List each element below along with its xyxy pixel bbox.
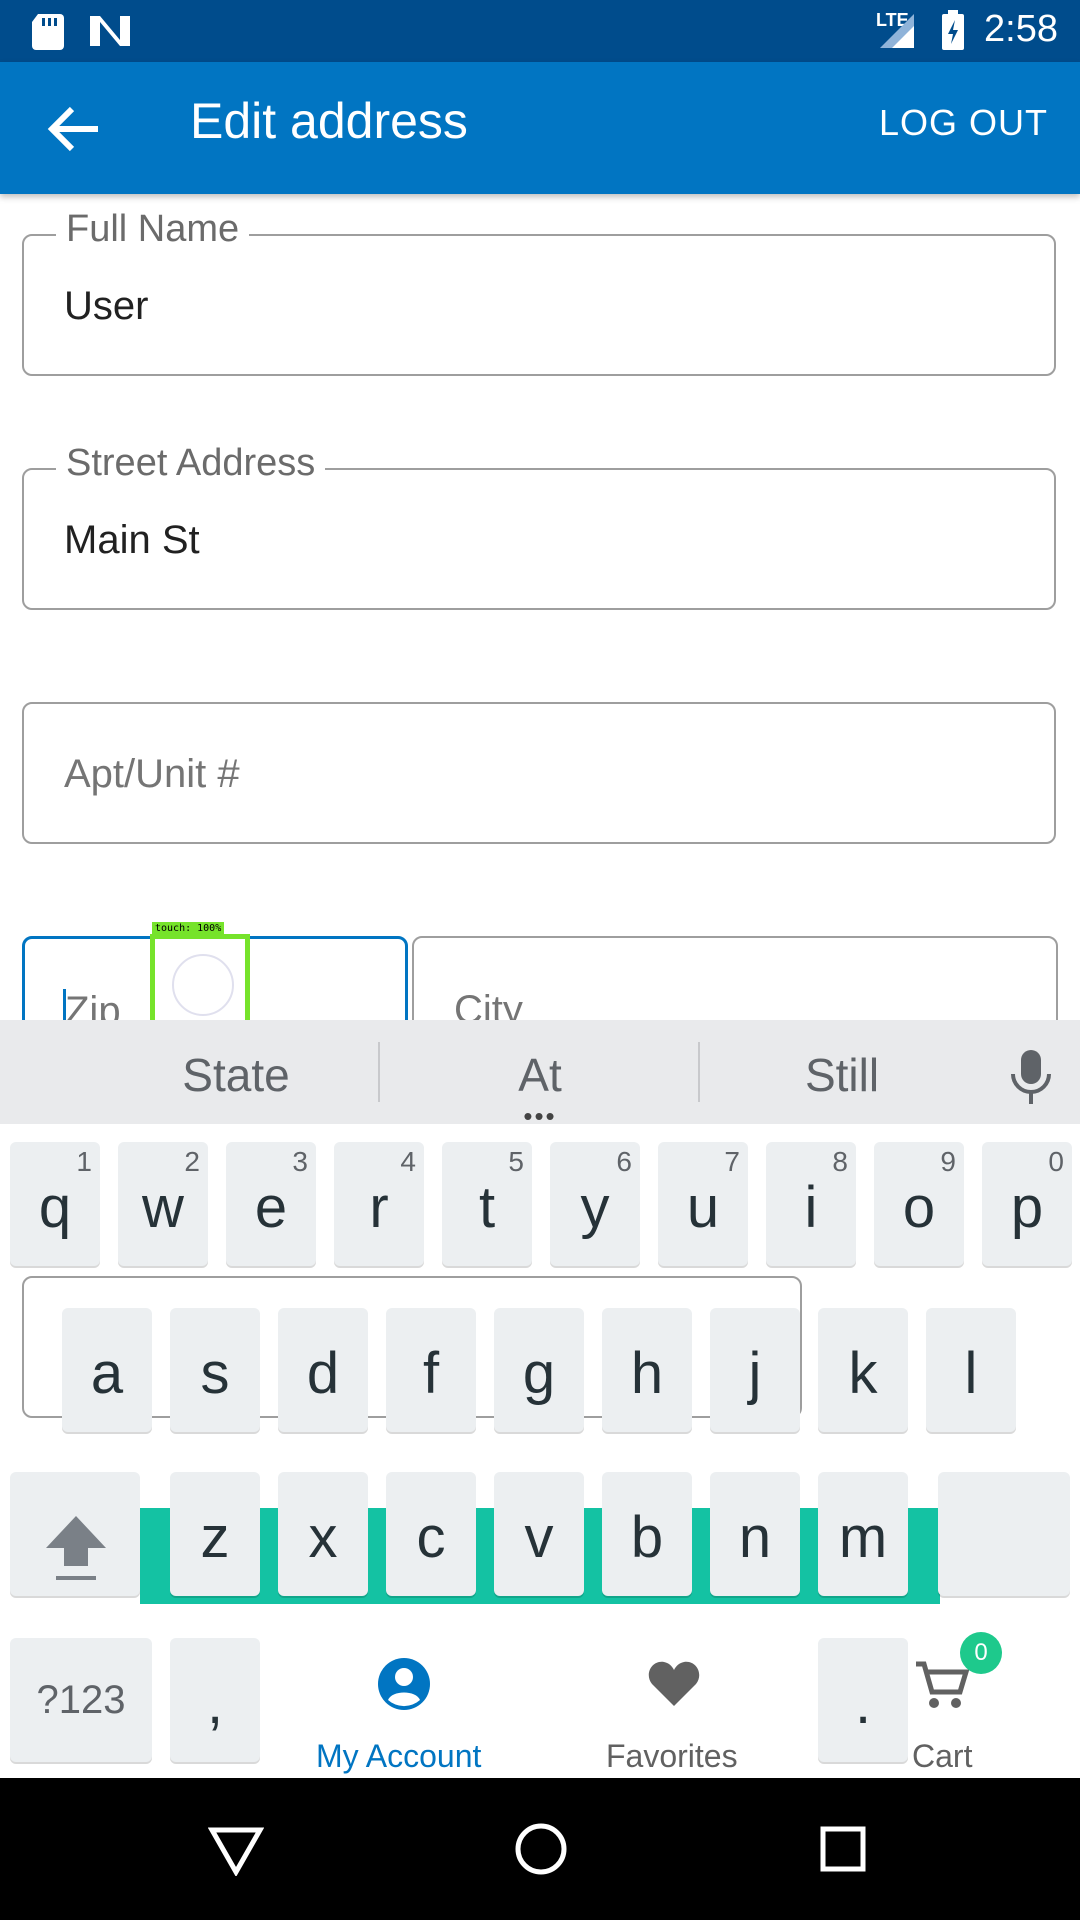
comma-key[interactable]: ,: [170, 1638, 260, 1762]
signal-icon: [880, 14, 914, 48]
key-l[interactable]: l: [926, 1308, 1016, 1432]
sd-card-icon: [32, 14, 64, 50]
key-q[interactable]: q1: [10, 1142, 100, 1266]
battery-charging-icon: [942, 10, 964, 50]
key-x[interactable]: x: [278, 1472, 368, 1596]
system-nav-bar: [0, 1778, 1080, 1920]
more-suggestions-dots[interactable]: •••: [520, 1103, 560, 1129]
full-name-label: Full Name: [56, 208, 250, 251]
street-address-value: Main St: [64, 518, 200, 562]
suggestion-bar: State At Still •••: [0, 1020, 1080, 1129]
back-triangle-icon[interactable]: [208, 1826, 264, 1876]
key-v[interactable]: v: [494, 1472, 584, 1596]
apt-unit-placeholder: Apt/Unit #: [64, 752, 240, 796]
key-i[interactable]: i8: [766, 1142, 856, 1266]
key-d[interactable]: d: [278, 1308, 368, 1432]
key-n[interactable]: n: [710, 1472, 800, 1596]
key-t[interactable]: t5: [442, 1142, 532, 1266]
symbols-key[interactable]: ?123: [10, 1638, 152, 1762]
key-u[interactable]: u7: [658, 1142, 748, 1266]
app-bar: Edit address LOG OUT: [0, 62, 1080, 194]
backspace-key[interactable]: [938, 1472, 1070, 1596]
key-f[interactable]: f: [386, 1308, 476, 1432]
key-e[interactable]: e3: [226, 1142, 316, 1266]
clock: 2:58: [984, 8, 1058, 50]
arrow-left-icon[interactable]: [38, 94, 108, 164]
status-bar: LTE 2:58: [0, 0, 1080, 62]
recents-square-icon[interactable]: [820, 1826, 866, 1872]
key-s[interactable]: s: [170, 1308, 260, 1432]
key-g[interactable]: g: [494, 1308, 584, 1432]
apt-unit-field[interactable]: Apt/Unit #: [22, 702, 1056, 844]
key-w[interactable]: w2: [118, 1142, 208, 1266]
key-b[interactable]: b: [602, 1472, 692, 1596]
suggestion-divider: [378, 1042, 380, 1102]
home-circle-icon[interactable]: [514, 1822, 568, 1876]
suggestion-3[interactable]: Still: [692, 1048, 992, 1102]
key-c[interactable]: c: [386, 1472, 476, 1596]
key-p[interactable]: p0: [982, 1142, 1072, 1266]
key-h[interactable]: h: [602, 1308, 692, 1432]
period-key[interactable]: .: [818, 1638, 908, 1762]
shift-arrow-icon: [46, 1516, 106, 1580]
suggestion-1[interactable]: State: [86, 1048, 386, 1102]
key-j[interactable]: j: [710, 1308, 800, 1432]
shift-key[interactable]: [10, 1472, 140, 1596]
full-name-field[interactable]: Full Name User: [22, 208, 1056, 376]
n-logo-icon: [90, 16, 130, 46]
key-o[interactable]: o9: [874, 1142, 964, 1266]
street-address-field[interactable]: Street Address Main St: [22, 442, 1056, 610]
key-z[interactable]: z: [170, 1472, 260, 1596]
microphone-icon[interactable]: [1006, 1048, 1056, 1106]
suggestion-2[interactable]: At: [390, 1048, 690, 1102]
touch-point-circle: [172, 954, 234, 1016]
key-k[interactable]: k: [818, 1308, 908, 1432]
key-y[interactable]: y6: [550, 1142, 640, 1266]
key-r[interactable]: r4: [334, 1142, 424, 1266]
street-address-label: Street Address: [56, 442, 326, 485]
page-title: Edit address: [190, 93, 468, 149]
key-m[interactable]: m: [818, 1472, 908, 1596]
logout-button[interactable]: LOG OUT: [879, 102, 1048, 144]
key-a[interactable]: a: [62, 1308, 152, 1432]
full-name-value: User: [64, 284, 149, 328]
